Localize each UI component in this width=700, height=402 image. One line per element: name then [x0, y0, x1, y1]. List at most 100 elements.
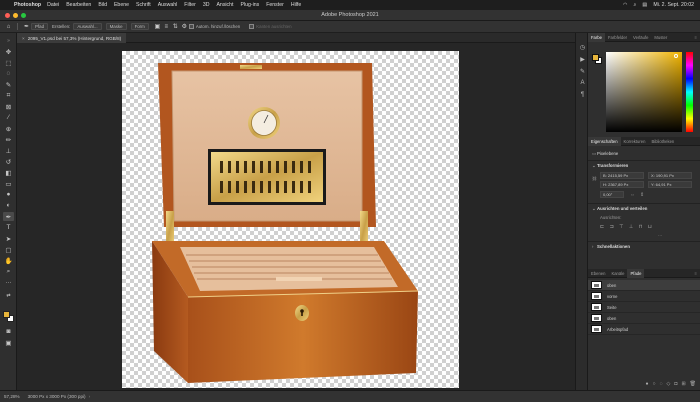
- pen-tool-preset-icon[interactable]: ✒: [22, 23, 31, 31]
- status-menu-arrow[interactable]: ›: [89, 394, 91, 399]
- panel-foreground-swatch[interactable]: [592, 54, 599, 61]
- flip-horizontal-icon[interactable]: ⇔: [630, 192, 635, 198]
- menu-ebene[interactable]: Ebene: [114, 2, 129, 8]
- path-selection-tool-icon[interactable]: ➤: [3, 234, 14, 243]
- color-panel-swatches[interactable]: [592, 54, 602, 64]
- x-field[interactable]: X: 190,91 Px: [648, 172, 692, 179]
- gradient-tool-icon[interactable]: ▭: [3, 179, 14, 188]
- control-center-icon[interactable]: ▤: [642, 2, 647, 8]
- foreground-background-colors[interactable]: [3, 311, 14, 322]
- color-picker-field[interactable]: [606, 52, 682, 132]
- more-tools-icon[interactable]: ···: [3, 278, 14, 287]
- load-selection-icon[interactable]: ◌: [660, 381, 663, 388]
- document-canvas[interactable]: [122, 51, 459, 388]
- menu-3d[interactable]: 3D: [203, 2, 210, 8]
- add-mask-icon[interactable]: ◘: [674, 381, 677, 388]
- align-buttons-row[interactable]: ⊏ ⊐ ⊤ ⊥ ⊓ ⊔: [600, 224, 654, 230]
- dodge-tool-icon[interactable]: ◐: [3, 201, 14, 210]
- tab-ebenen[interactable]: Ebenen: [588, 269, 608, 278]
- quick-mask-icon[interactable]: ◙: [3, 327, 14, 336]
- wifi-icon[interactable]: ◠: [623, 2, 628, 8]
- document-tab[interactable]: × 2095_V1.psd bei 57,3% (Hintergrund, RG…: [17, 33, 127, 43]
- mask-button[interactable]: Maske: [105, 23, 127, 30]
- quick-selection-tool-icon[interactable]: ✎: [3, 80, 14, 89]
- tab-pfade[interactable]: Pfade: [627, 269, 645, 278]
- tab-eigenschaften[interactable]: Eigenschaften: [588, 137, 621, 146]
- actions-panel-icon[interactable]: ▶: [578, 55, 587, 63]
- move-tool-icon[interactable]: ✥: [3, 47, 14, 56]
- frame-tool-icon[interactable]: ⊠: [3, 102, 14, 111]
- brush-settings-icon[interactable]: ✎: [578, 67, 587, 75]
- make-path-icon[interactable]: ◇: [667, 381, 671, 388]
- menu-clock[interactable]: Mi. 2. Sept. 20:02: [653, 2, 694, 8]
- hand-tool-icon[interactable]: ✋: [3, 256, 14, 265]
- clone-stamp-tool-icon[interactable]: ⊥: [3, 146, 14, 155]
- tool-mode-select[interactable]: Pfad: [31, 23, 49, 30]
- tab-muster[interactable]: Muster: [651, 33, 670, 42]
- selection-button[interactable]: Auswahl...: [73, 23, 102, 30]
- width-field[interactable]: B: 2415,59 Px: [600, 172, 644, 179]
- align-header[interactable]: ⌄Ausrichten und verteilen: [592, 206, 647, 212]
- eraser-tool-icon[interactable]: ◧: [3, 168, 14, 177]
- blur-tool-icon[interactable]: ●: [3, 190, 14, 199]
- quick-actions-header[interactable]: › Schnellaktionen: [592, 244, 630, 249]
- tab-farbe[interactable]: Farbe: [588, 33, 605, 42]
- healing-brush-tool-icon[interactable]: ⊕: [3, 124, 14, 133]
- toolbar-collapse-icon[interactable]: »: [3, 36, 14, 45]
- tab-verlaeufe[interactable]: Verläufe: [630, 33, 651, 42]
- marquee-tool-icon[interactable]: ⬚: [3, 58, 14, 67]
- delete-path-icon[interactable]: 🗑: [690, 381, 696, 388]
- link-proportions-icon[interactable]: ⛓: [592, 176, 597, 181]
- type-tool-icon[interactable]: T: [3, 223, 14, 232]
- tab-farbfelder[interactable]: Farbfelder: [605, 33, 630, 42]
- list-item[interactable]: oben: [588, 280, 700, 291]
- color-panel-menu-icon[interactable]: ≡: [695, 33, 697, 41]
- flip-vertical-icon[interactable]: ⇕: [640, 192, 644, 198]
- gear-icon[interactable]: ⚙: [180, 23, 189, 31]
- more-options-icon[interactable]: ···: [658, 233, 662, 238]
- tab-kanaele[interactable]: Kanäle: [608, 269, 627, 278]
- lasso-tool-icon[interactable]: ◌: [3, 69, 14, 78]
- height-field[interactable]: H: 2367,89 Px: [600, 181, 644, 188]
- path-alignment-icon[interactable]: ≡: [162, 23, 171, 31]
- edit-toolbar-icon[interactable]: ⇄: [3, 291, 14, 300]
- hue-slider[interactable]: [686, 52, 693, 132]
- path-arrangement-icon[interactable]: ⇅: [171, 23, 180, 31]
- rectangle-tool-icon[interactable]: ▢: [3, 245, 14, 254]
- path-operations-icon[interactable]: ▣: [153, 23, 162, 31]
- zoom-level[interactable]: 57,28%: [4, 394, 20, 399]
- paragraph-panel-icon[interactable]: ¶: [578, 91, 587, 99]
- character-panel-icon[interactable]: A: [578, 79, 587, 87]
- home-icon[interactable]: ⌂: [4, 23, 13, 31]
- auto-add-delete-checkbox[interactable]: [188, 24, 194, 29]
- list-item[interactable]: oben: [588, 313, 700, 324]
- list-item[interactable]: Arbeitspfad: [588, 324, 700, 335]
- list-item[interactable]: vorne: [588, 291, 700, 302]
- canvas-area[interactable]: [17, 44, 575, 390]
- menu-schrift[interactable]: Schrift: [136, 2, 151, 8]
- menu-hilfe[interactable]: Hilfe: [291, 2, 301, 8]
- brush-tool-icon[interactable]: ✏: [3, 135, 14, 144]
- pen-tool-icon[interactable]: ✒: [3, 212, 14, 221]
- eyedropper-tool-icon[interactable]: ⁄: [3, 113, 14, 122]
- menu-filter[interactable]: Filter: [184, 2, 196, 8]
- color-picker-handle[interactable]: [674, 54, 678, 58]
- align-edges-checkbox[interactable]: [249, 24, 255, 29]
- menu-app-name[interactable]: Photoshop: [14, 2, 41, 8]
- close-document-icon[interactable]: ×: [22, 36, 25, 41]
- menu-ansicht[interactable]: Ansicht: [216, 2, 233, 8]
- y-field[interactable]: Y: 64,91 Px: [648, 181, 692, 188]
- foreground-color-swatch[interactable]: [3, 311, 10, 318]
- menu-bearbeiten[interactable]: Bearbeiten: [66, 2, 91, 8]
- new-path-icon[interactable]: ⊞: [681, 381, 685, 388]
- stroke-path-icon[interactable]: ○: [653, 381, 656, 388]
- angle-field[interactable]: 0,00°: [600, 191, 624, 198]
- screen-mode-icon[interactable]: ▣: [3, 338, 14, 347]
- tab-korrekturen[interactable]: Korrekturen: [621, 137, 649, 146]
- crop-tool-icon[interactable]: ⌗: [3, 91, 14, 100]
- menu-datei[interactable]: Datei: [47, 2, 59, 8]
- fill-path-icon[interactable]: ●: [646, 381, 649, 388]
- list-item[interactable]: Seite: [588, 302, 700, 313]
- search-icon[interactable]: ⌕: [634, 2, 637, 9]
- tab-bibliotheken[interactable]: Bibliotheken: [648, 137, 677, 146]
